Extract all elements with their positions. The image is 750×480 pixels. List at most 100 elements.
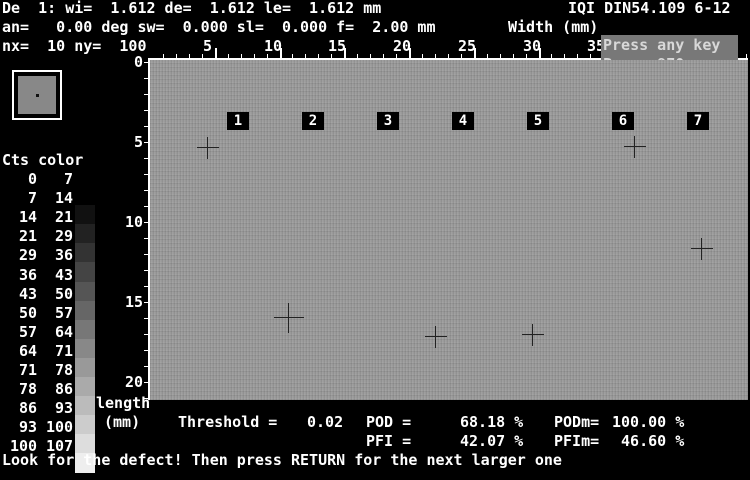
x-minor-tick [331, 54, 332, 58]
legend-count-high: 78 [55, 361, 74, 379]
x-minor-tick [305, 54, 306, 58]
crosshair-marker [197, 137, 219, 159]
threshold-label: Threshold = [178, 413, 278, 431]
x-minor-tick [241, 54, 242, 58]
legend-count-high: 21 [55, 208, 74, 226]
legend-count-high: 43 [55, 266, 74, 284]
x-minor-tick [292, 54, 293, 58]
x-minor-tick [409, 54, 410, 58]
x-minor-tick [357, 54, 358, 58]
y-tick-label: 5 [134, 133, 144, 151]
legend-count-high: 57 [55, 304, 74, 322]
legend-count-high: 100 [46, 418, 74, 436]
y-minor-tick [144, 190, 148, 191]
pfi-value: 42.07 % [460, 432, 524, 450]
y-tick-label: 10 [125, 213, 144, 231]
x-minor-tick [370, 54, 371, 58]
legend-count-low: 64 [19, 342, 38, 360]
thumbnail-preview[interactable] [12, 70, 62, 120]
legend-color-swatch [75, 262, 95, 282]
pfim-value: 46.60 % [612, 432, 685, 450]
x-minor-tick [590, 54, 591, 58]
y-minor-tick [144, 78, 148, 79]
y-minor-tick [144, 302, 148, 303]
x-minor-tick [500, 54, 501, 58]
defect-parameters-line: De 1: wi= 1.612 de= 1.612 le= 1.612 mm [2, 0, 382, 17]
legend-count-high: 86 [55, 380, 74, 398]
x-minor-tick [254, 54, 255, 58]
y-minor-tick [144, 350, 148, 351]
x-minor-tick [228, 54, 229, 58]
legend-color-swatch [75, 243, 95, 263]
y-minor-tick [144, 238, 148, 239]
legend-color-swatch [75, 320, 95, 340]
x-minor-tick [202, 54, 203, 58]
podm-label: PODm= [554, 413, 600, 431]
legend-count-high: 64 [55, 323, 74, 341]
y-minor-tick [144, 222, 148, 223]
x-minor-tick [176, 54, 177, 58]
iqi-wire-2: 2 [302, 112, 324, 130]
legend-count-low: 21 [19, 227, 38, 245]
legend-count-low: 50 [19, 304, 38, 322]
iqi-wire-7: 7 [687, 112, 709, 130]
radiograph-image[interactable]: 1 2 3 4 5 6 7 [150, 60, 748, 400]
legend-count-high: 50 [55, 285, 74, 303]
legend-color-swatch [75, 224, 95, 244]
legend-count-low: 0 [28, 170, 38, 188]
iqi-wire-4: 4 [452, 112, 474, 130]
x-minor-tick [344, 54, 345, 58]
legend-count-high: 7 [64, 170, 74, 188]
legend-color-swatch [75, 358, 95, 378]
legend-count-low: 93 [19, 418, 38, 436]
y-minor-tick [144, 142, 148, 143]
iqi-wire-1: 1 [227, 112, 249, 130]
y-minor-tick [144, 110, 148, 111]
podm-value: 100.00 % [612, 413, 685, 431]
x-minor-tick [487, 54, 488, 58]
x-minor-tick [474, 54, 475, 58]
x-minor-tick [526, 54, 527, 58]
legend-color-swatch [75, 282, 95, 302]
x-minor-tick [383, 54, 384, 58]
y-minor-tick [144, 158, 148, 159]
x-minor-tick [564, 54, 565, 58]
pod-label: POD = [366, 413, 412, 431]
x-minor-tick [189, 54, 190, 58]
y-minor-tick [144, 254, 148, 255]
legend-color-swatch [75, 396, 95, 416]
crosshair-marker [274, 303, 304, 333]
pod-value: 68.18 % [460, 413, 524, 431]
y-minor-tick [144, 174, 148, 175]
y-tick-label: 20 [125, 373, 144, 391]
y-minor-tick [144, 62, 148, 63]
legend-color-swatch [75, 301, 95, 321]
grid-size-line: nx= 10 ny= 100 [2, 37, 147, 55]
y-minor-tick [144, 366, 148, 367]
y-minor-tick [144, 270, 148, 271]
x-minor-tick [396, 54, 397, 58]
iqi-wire-5: 5 [527, 112, 549, 130]
y-minor-tick [144, 382, 148, 383]
x-minor-tick [461, 54, 462, 58]
y-minor-tick [144, 126, 148, 127]
instruction-text: Look for the defect! Then press RETURN f… [2, 451, 562, 469]
press-any-key-text: Press any key [603, 36, 721, 54]
crosshair-marker [522, 324, 544, 346]
legend-count-high: 71 [55, 342, 74, 360]
y-minor-tick [144, 318, 148, 319]
x-minor-tick [448, 54, 449, 58]
iqi-standard-label: IQI DIN54.109 6-12 [568, 0, 731, 17]
thumbnail-image [18, 76, 56, 114]
y-tick-label: 0 [134, 53, 144, 71]
y-minor-tick [144, 334, 148, 335]
x-minor-tick [318, 54, 319, 58]
x-minor-tick [746, 54, 747, 58]
x-minor-tick [435, 54, 436, 58]
x-minor-tick [551, 54, 552, 58]
y-axis-label-unit: (mm) [104, 413, 141, 431]
legend-color-swatch [75, 415, 95, 435]
pfi-label: PFI = [366, 432, 412, 450]
thumbnail-defect-dot [36, 94, 39, 97]
x-minor-tick [539, 54, 540, 58]
